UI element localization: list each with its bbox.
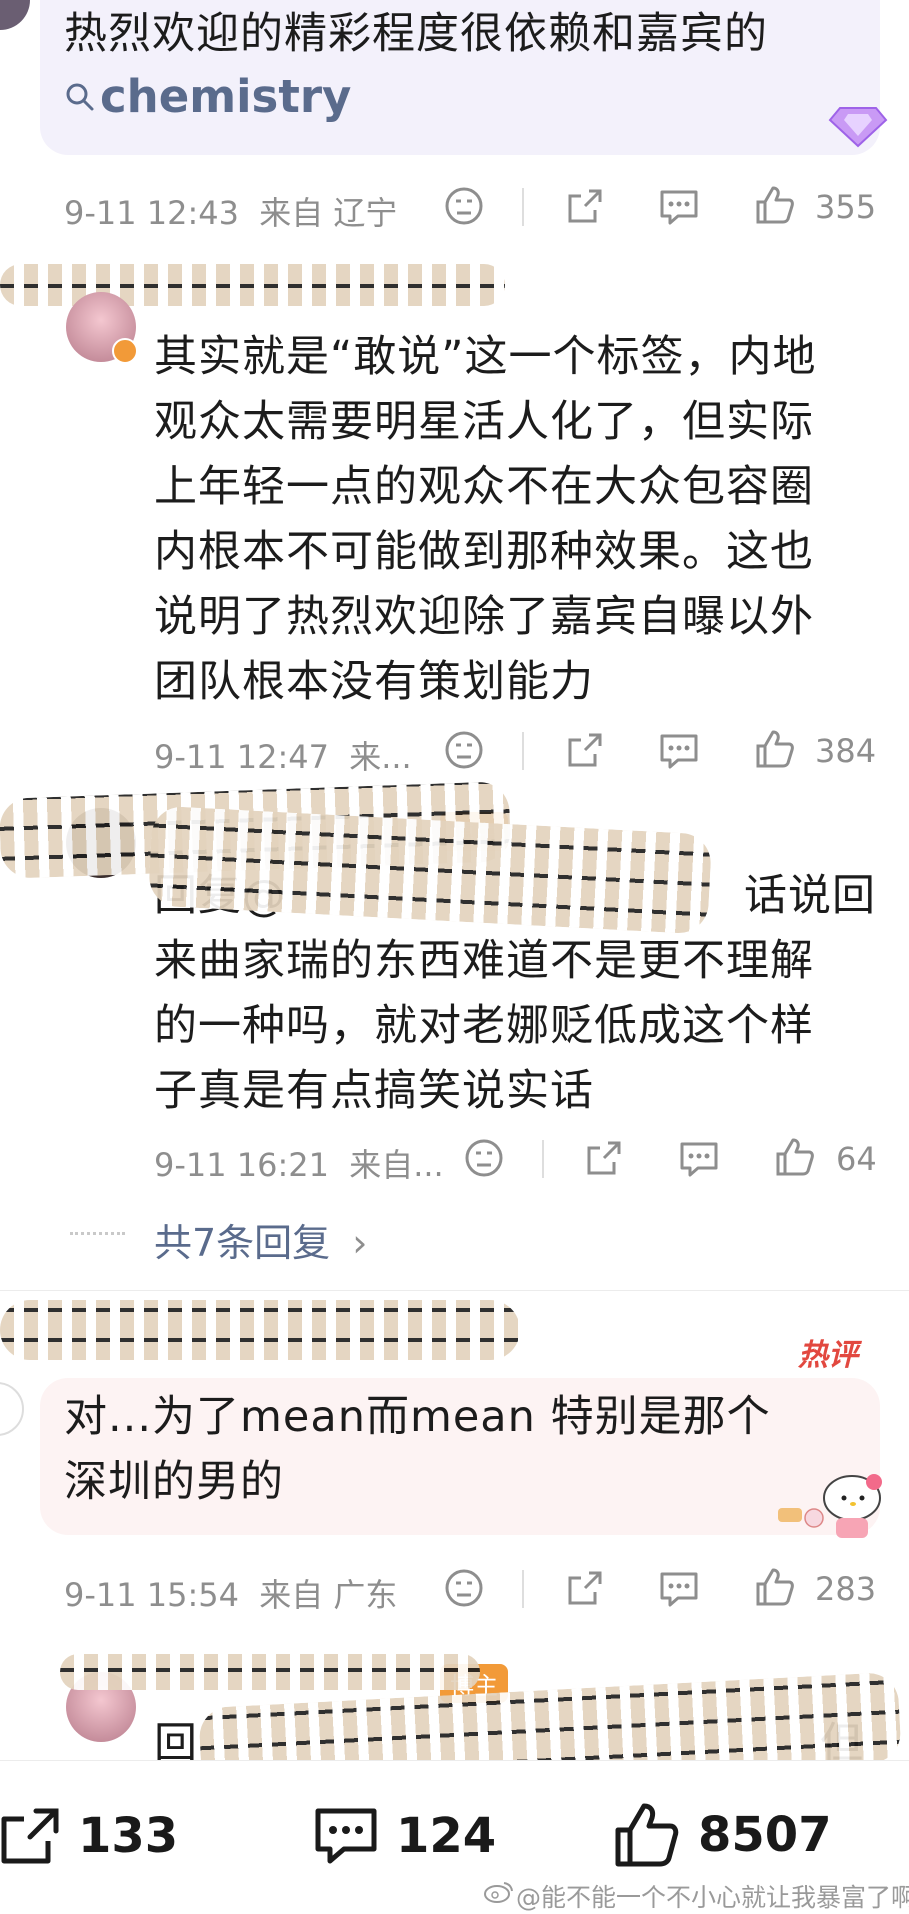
divider	[522, 188, 524, 226]
section-divider	[0, 1290, 909, 1291]
dislike-icon[interactable]	[444, 730, 484, 770]
comment-icon[interactable]	[658, 186, 700, 226]
reply-time: 9-11 16:21	[154, 1146, 330, 1184]
like-count: 283	[815, 1570, 877, 1608]
search-icon	[64, 81, 96, 113]
topic-link-label: chemistry	[100, 70, 352, 123]
reply-time: 9-11 12:47	[154, 738, 330, 776]
hot-comment-label: 热评	[798, 1338, 858, 1373]
redacted-username	[60, 1654, 480, 1690]
comment-count: 124	[396, 1808, 497, 1864]
share-icon[interactable]	[565, 186, 605, 226]
like-count: 355	[815, 188, 877, 226]
reply-text: 其实就是“敢说”这一个标签，内地 观众太需要明星活人化了，但实际 上年轻一点的观…	[154, 332, 817, 707]
comment-location: 来自 辽宁	[259, 194, 398, 232]
verified-badge-icon	[112, 338, 138, 364]
weibo-logo-icon	[484, 1880, 514, 1908]
reply-location: 来自...	[349, 1146, 444, 1184]
like-count: 64	[836, 1140, 877, 1178]
comment-time: 9-11 12:43	[64, 194, 240, 232]
bottom-comment-button[interactable]: 124	[312, 1803, 496, 1869]
comment-icon	[312, 1803, 380, 1869]
redacted-username	[0, 1300, 520, 1360]
watermark-text: @能不能一个不小心就让我暴富了啊	[516, 1883, 909, 1912]
share-icon	[0, 1805, 62, 1867]
reply-location: 来...	[349, 738, 412, 776]
like-count: 384	[815, 732, 877, 770]
like-icon[interactable]	[754, 184, 796, 226]
more-replies-link[interactable]: 共7条回复 ›	[154, 1212, 367, 1267]
avatar[interactable]	[0, 0, 30, 30]
diamond-badge-icon	[828, 100, 888, 154]
redacted-username	[0, 264, 505, 306]
dislike-icon[interactable]	[444, 186, 484, 226]
chevron-right-icon: ›	[352, 1221, 368, 1265]
comment-text: 热烈欢迎的精彩程度很依赖和嘉宾的	[64, 9, 768, 59]
dislike-icon[interactable]	[464, 1138, 504, 1178]
like-icon[interactable]	[774, 1136, 816, 1178]
divider	[522, 1570, 524, 1608]
divider	[542, 1140, 544, 1178]
comment-icon[interactable]	[678, 1138, 720, 1178]
like-icon[interactable]	[754, 728, 796, 770]
comment-time: 9-11 15:54	[64, 1576, 240, 1614]
avatar[interactable]	[0, 1382, 24, 1436]
bottom-share-button[interactable]: 133	[0, 1805, 178, 1867]
topic-link[interactable]: chemistry	[64, 70, 351, 123]
share-count: 133	[78, 1808, 179, 1864]
like-count: 8507	[698, 1807, 832, 1863]
more-replies-dots	[70, 1232, 125, 1235]
hello-kitty-sticker-icon	[770, 1460, 890, 1544]
share-icon[interactable]	[565, 730, 605, 770]
comment-icon[interactable]	[658, 1568, 700, 1608]
comment-location: 来自 广东	[259, 1576, 398, 1614]
divider	[522, 732, 524, 770]
dislike-icon[interactable]	[444, 1568, 484, 1608]
bottom-like-button[interactable]: 8507	[612, 1800, 832, 1870]
comment-icon[interactable]	[658, 730, 700, 770]
share-icon[interactable]	[565, 1568, 605, 1608]
share-icon[interactable]	[584, 1138, 624, 1178]
comment-text: 对...为了mean而mean 特别是那个 深圳的男的	[64, 1392, 771, 1507]
like-icon	[612, 1800, 682, 1870]
like-icon[interactable]	[754, 1566, 796, 1608]
